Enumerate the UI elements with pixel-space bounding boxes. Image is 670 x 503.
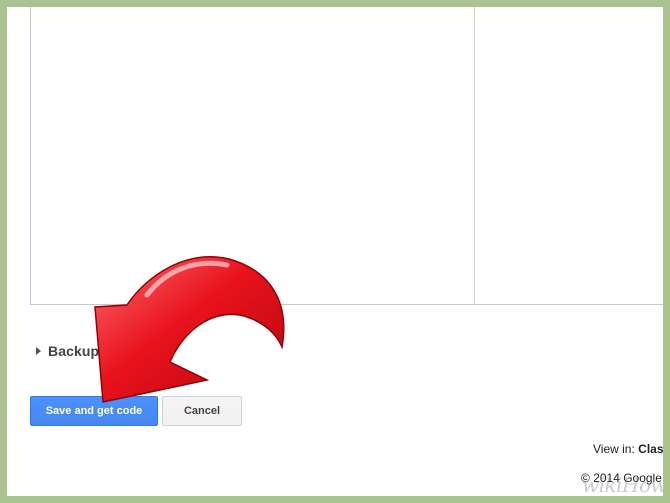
backup-label: Backup (48, 343, 100, 359)
watermark-brand: wiki (582, 473, 623, 496)
browser-content-frame: Backup Save and get code Cancel View in:… (7, 7, 663, 496)
wikihow-watermark: wikiHow (582, 473, 663, 496)
save-and-get-code-button[interactable]: Save and get code (30, 396, 158, 426)
watermark-brand-suffix: How (622, 473, 663, 496)
code-editor-box[interactable] (30, 7, 663, 305)
triangle-right-icon (36, 347, 41, 355)
view-in-selector[interactable]: View in: Clas (593, 442, 663, 456)
backup-toggle[interactable]: Backup (36, 343, 99, 359)
editor-divider (474, 7, 475, 304)
cancel-button[interactable]: Cancel (162, 396, 242, 426)
view-in-value[interactable]: Clas (638, 442, 663, 456)
view-in-prefix: View in: (593, 442, 635, 456)
